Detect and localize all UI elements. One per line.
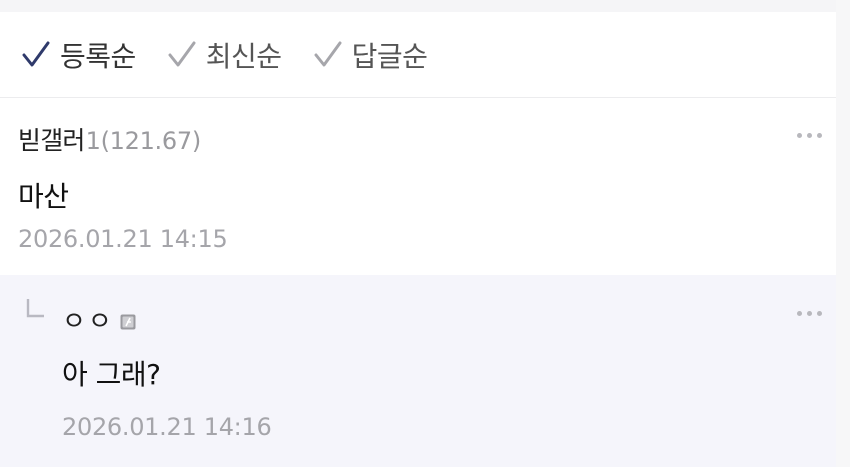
reply-author: ㅇㅇ xyxy=(62,301,136,338)
sort-option-latest[interactable]: 최신순 xyxy=(166,35,282,75)
more-dots-icon[interactable] xyxy=(793,129,826,142)
fixed-nick-badge-icon xyxy=(120,314,136,329)
reply-date: 2026.01.21 14:16 xyxy=(62,413,272,441)
sort-label: 등록순 xyxy=(60,39,136,73)
comment-item: 빋갤러 1(121.67) 마산 2026.01.21 14:15 xyxy=(0,99,836,275)
reply-arrow-icon xyxy=(26,299,44,318)
sort-option-registered[interactable]: 등록순 xyxy=(20,35,136,75)
sort-label: 최신순 xyxy=(205,39,282,73)
author-nickname[interactable]: ㅇㅇ xyxy=(62,301,114,338)
comment-date: 2026.01.21 14:15 xyxy=(18,225,228,253)
sort-label: 답글순 xyxy=(351,39,428,73)
reply-item: ㅇㅇ 아 그래? 2026.01.21 14:16 xyxy=(0,275,836,467)
checkmark-icon xyxy=(168,41,196,66)
checkmark-icon xyxy=(22,41,50,66)
more-dots-icon[interactable] xyxy=(793,307,826,320)
top-divider-strip xyxy=(0,0,836,12)
author-ip: 1(121.67) xyxy=(85,127,202,155)
comment-section: 등록순 최신순 답글순 빋갤러 1(121.67) 마산 2026.01.21 … xyxy=(0,12,836,467)
sort-bar: 등록순 최신순 답글순 xyxy=(0,12,836,98)
comment-page: 등록순 최신순 답글순 빋갤러 1(121.67) 마산 2026.01.21 … xyxy=(0,0,850,467)
scrollbar-track[interactable] xyxy=(836,0,850,467)
sort-option-replies[interactable]: 답글순 xyxy=(312,35,428,75)
reply-body: 아 그래? xyxy=(62,358,161,391)
author-nickname[interactable]: 빋갤러 xyxy=(18,121,85,157)
checkmark-icon xyxy=(314,41,342,66)
comment-body: 마산 xyxy=(18,180,69,213)
comment-author: 빋갤러 1(121.67) xyxy=(18,121,201,157)
